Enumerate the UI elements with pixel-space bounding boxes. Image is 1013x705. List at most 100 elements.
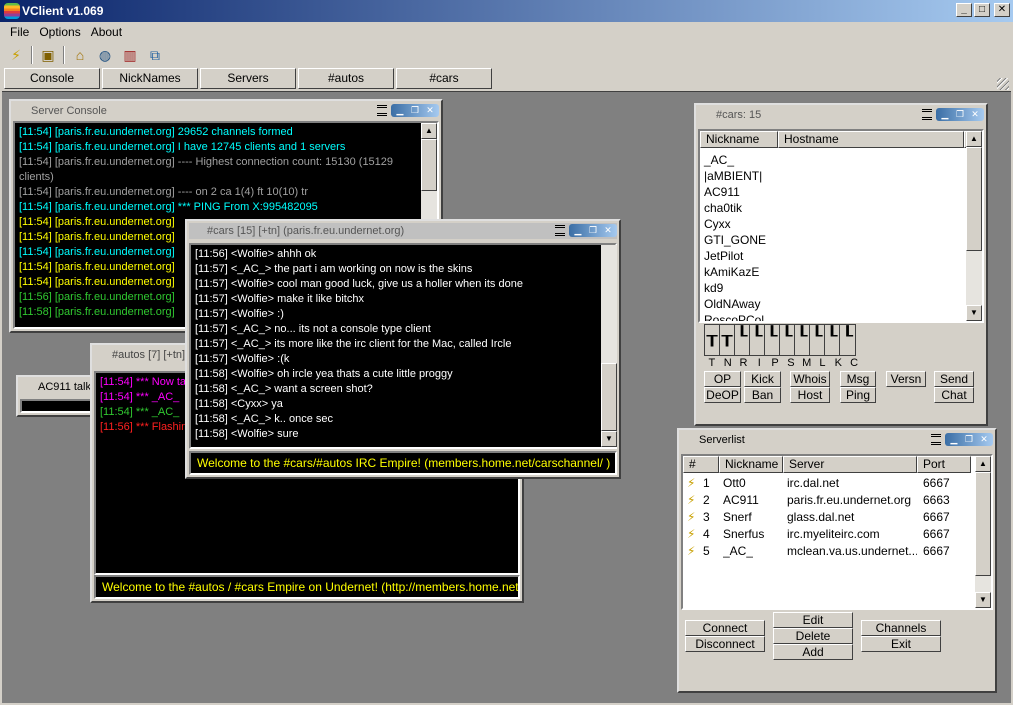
ping-button[interactable]: Ping <box>840 387 876 403</box>
restore-icon[interactable]: ❐ <box>962 434 976 445</box>
scroll-thumb[interactable] <box>966 147 982 251</box>
scroll-thumb[interactable] <box>421 139 437 191</box>
maximize-button[interactable]: □ <box>974 3 990 17</box>
mode-l-toggle[interactable]: ┖ <box>810 325 825 355</box>
books-icon[interactable]: ▥ <box>120 45 140 65</box>
col-hostname[interactable]: Hostname <box>778 131 964 148</box>
table-row[interactable]: ⚡ 4 Snerfus irc.myeliteirc.com 6667 <box>683 526 973 543</box>
close-icon[interactable]: ✕ <box>977 434 991 445</box>
tab-servers[interactable]: Servers <box>200 68 296 89</box>
col-server[interactable]: Server <box>783 456 917 473</box>
versn-button[interactable]: Versn <box>886 371 926 387</box>
menu-icon[interactable] <box>931 433 941 445</box>
col-port[interactable]: Port <box>917 456 971 473</box>
menu-icon[interactable] <box>555 224 565 236</box>
chat-button[interactable]: Chat <box>934 387 974 403</box>
scroll-thumb[interactable] <box>975 472 991 576</box>
apple-logo-icon[interactable] <box>4 3 20 19</box>
restore-icon[interactable]: ❐ <box>586 225 600 236</box>
scroll-thumb[interactable] <box>601 363 617 431</box>
nick-item[interactable]: Cyxx <box>704 216 731 232</box>
menu-options[interactable]: Options <box>34 25 85 39</box>
scroll-up-arrow-icon[interactable]: ▲ <box>966 131 982 147</box>
mode-c-toggle[interactable]: ┖ <box>840 325 855 355</box>
mode-s-toggle[interactable]: ┖ <box>780 325 795 355</box>
new-channel-icon[interactable]: ▣ <box>38 45 58 65</box>
menu-icon[interactable] <box>377 104 387 116</box>
table-row[interactable]: ⚡ 3 Snerf glass.dal.net 6667 <box>683 509 973 526</box>
minimize-icon[interactable]: ▁ <box>571 225 585 236</box>
scroll-down-arrow-icon[interactable]: ▼ <box>975 592 991 608</box>
mode-k-toggle[interactable]: ┖ <box>825 325 840 355</box>
kick-button[interactable]: Kick <box>744 371 781 387</box>
nick-item[interactable]: cha0tik <box>704 200 742 216</box>
restore-icon[interactable]: ❐ <box>953 109 967 120</box>
nick-list[interactable]: Nickname Hostname _AC_ |aMBIENT| AC911 c… <box>698 129 984 323</box>
ban-button[interactable]: Ban <box>744 387 781 403</box>
mode-p-toggle[interactable]: ┖ <box>765 325 780 355</box>
msg-button[interactable]: Msg <box>840 371 876 387</box>
resize-grip[interactable] <box>997 78 1009 90</box>
server-table[interactable]: # Nickname Server Port ⚡ 1 Ott0 irc.dal.… <box>681 454 993 610</box>
nick-item[interactable]: GTI_GONE <box>704 232 766 248</box>
ac911-title[interactable]: AC911 talkin <box>20 379 92 395</box>
cars-title[interactable]: #cars [15] [+tn] (paris.fr.eu.undernet.o… <box>189 223 617 239</box>
server-list-icon[interactable]: ⧉ <box>145 45 165 65</box>
nick-item[interactable]: |aMBIENT| <box>704 168 762 184</box>
send-button[interactable]: Send <box>934 371 974 387</box>
table-row[interactable]: ⚡ 2 AC911 paris.fr.eu.undernet.org 6663 <box>683 492 973 509</box>
minimize-icon[interactable]: ▁ <box>393 105 407 116</box>
globe-icon[interactable]: ◍ <box>95 45 115 65</box>
mode-r-toggle[interactable]: ┖ <box>735 325 750 355</box>
autos-topic[interactable]: Welcome to the #autos / #cars Empire on … <box>94 575 520 599</box>
minimize-icon[interactable]: ▁ <box>938 109 952 120</box>
minimize-icon[interactable]: ▁ <box>947 434 961 445</box>
op-button[interactable]: OP <box>704 371 741 387</box>
deop-button[interactable]: DeOP <box>704 387 741 403</box>
close-icon[interactable]: ✕ <box>423 105 437 116</box>
cars-scrollbar[interactable]: ▼ <box>601 245 617 447</box>
nick-item[interactable]: JetPilot <box>704 248 743 264</box>
restore-icon[interactable]: ❐ <box>408 105 422 116</box>
tab-console[interactable]: Console <box>4 68 100 89</box>
col-nickname[interactable]: Nickname <box>719 456 783 473</box>
nick-item[interactable]: kAmiKazE <box>704 264 759 280</box>
tab-autos[interactable]: #autos <box>298 68 394 89</box>
minimize-button[interactable]: _ <box>956 3 972 17</box>
exit-button[interactable]: Exit <box>861 636 941 652</box>
tab-cars[interactable]: #cars <box>396 68 492 89</box>
mode-n-toggle[interactable]: ┰ <box>720 325 735 355</box>
menu-file[interactable]: File <box>0 25 34 39</box>
menu-icon[interactable] <box>922 108 932 120</box>
tab-nicknames[interactable]: NickNames <box>102 68 198 89</box>
scroll-down-arrow-icon[interactable]: ▼ <box>966 305 982 321</box>
scroll-up-arrow-icon[interactable]: ▲ <box>975 456 991 472</box>
server-console-title[interactable]: Server Console <box>13 103 439 119</box>
nicklist-scrollbar[interactable]: ▲ ▼ <box>966 131 982 321</box>
serverlist-scrollbar[interactable]: ▲ ▼ <box>975 456 991 608</box>
join-icon[interactable]: ⌂ <box>70 45 90 65</box>
edit-button[interactable]: Edit <box>773 612 853 628</box>
nick-item[interactable]: kd9 <box>704 280 723 296</box>
col-number[interactable]: # <box>683 456 719 473</box>
table-row[interactable]: ⚡ 1 Ott0 irc.dal.net 6667 <box>683 475 973 492</box>
nick-item[interactable]: _AC_ <box>704 152 734 168</box>
scroll-up-arrow-icon[interactable]: ▲ <box>421 123 437 139</box>
connect-bolt-icon[interactable]: ⚡ <box>6 45 26 65</box>
disconnect-button[interactable]: Disconnect <box>685 636 765 652</box>
whois-button[interactable]: Whois <box>790 371 830 387</box>
scroll-down-arrow-icon[interactable]: ▼ <box>601 431 617 447</box>
cars-topic[interactable]: Welcome to the #cars/#autos IRC Empire! … <box>189 451 617 475</box>
col-nickname[interactable]: Nickname <box>700 131 778 148</box>
close-icon[interactable]: ✕ <box>968 109 982 120</box>
connect-button[interactable]: Connect <box>685 620 765 636</box>
close-button[interactable]: ✕ <box>994 3 1010 17</box>
table-row[interactable]: ⚡ 5 _AC_ mclean.va.us.undernet... 6667 <box>683 543 973 560</box>
close-icon[interactable]: ✕ <box>601 225 615 236</box>
delete-button[interactable]: Delete <box>773 628 853 644</box>
mode-m-toggle[interactable]: ┖ <box>795 325 810 355</box>
nick-item[interactable]: OldNAway <box>704 296 760 312</box>
add-button[interactable]: Add <box>773 644 853 660</box>
nick-item[interactable]: AC911 <box>704 184 740 200</box>
nick-item[interactable]: RoscoPCol <box>704 312 764 321</box>
